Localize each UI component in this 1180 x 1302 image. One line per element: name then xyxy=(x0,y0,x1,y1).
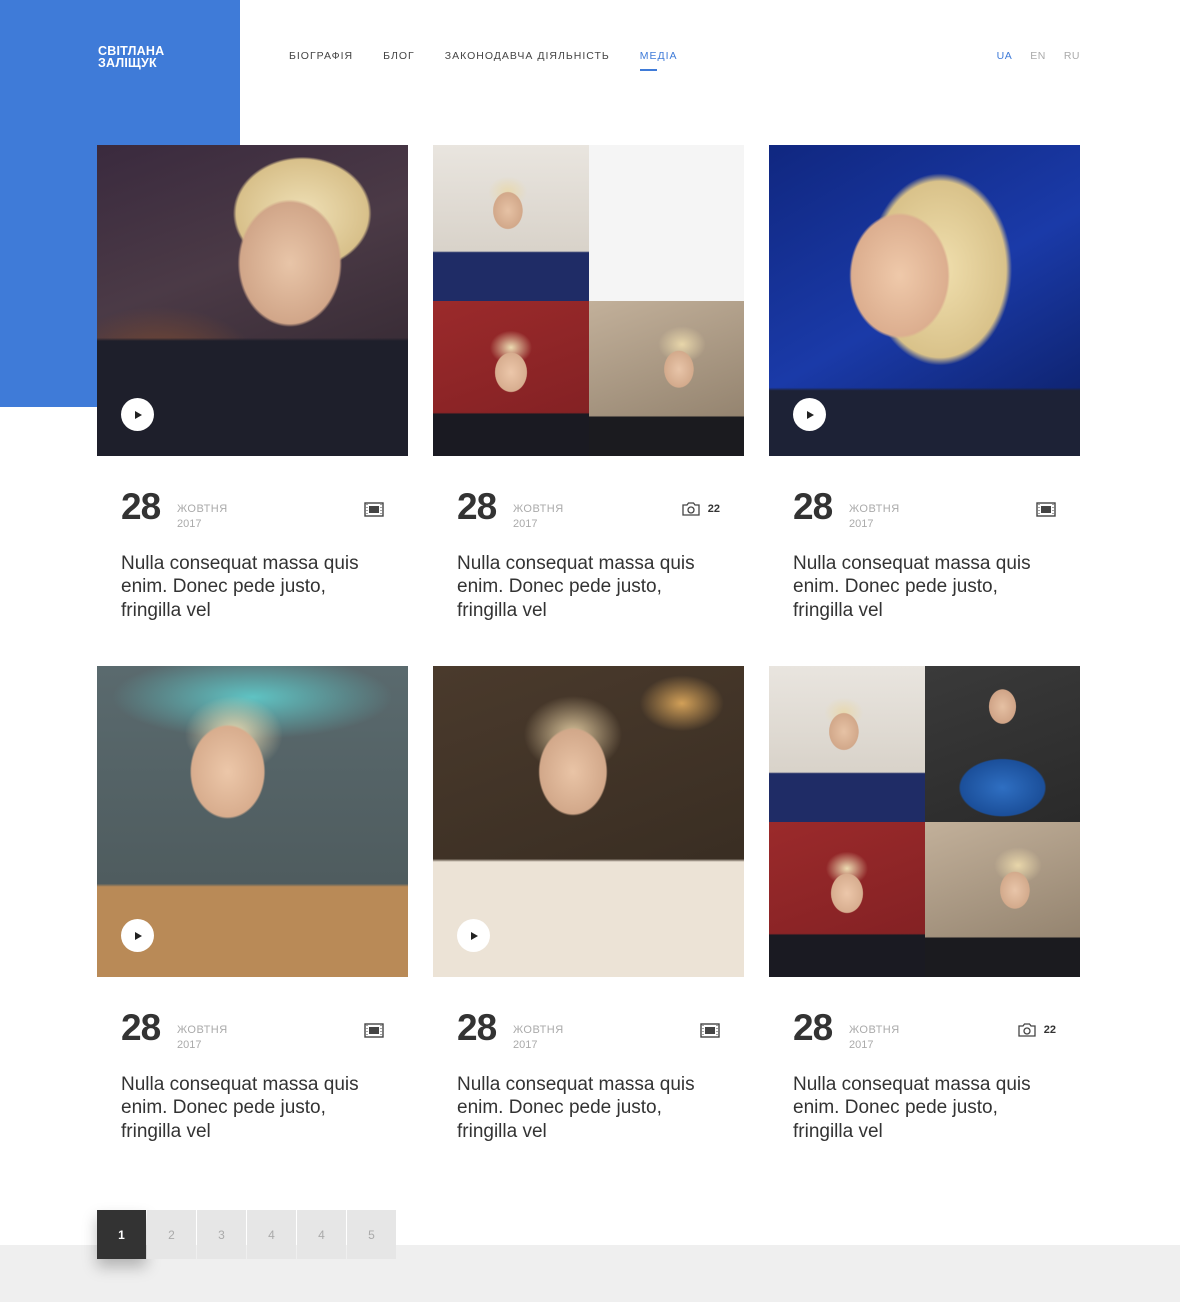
card-title[interactable]: Nulla consequat massa quis enim. Donec p… xyxy=(769,552,1080,622)
media-thumbnail[interactable] xyxy=(97,145,408,456)
card-day: 28 xyxy=(793,486,833,527)
play-icon[interactable] xyxy=(121,919,154,952)
media-thumbnail[interactable] xyxy=(769,145,1080,456)
page-button-4b[interactable]: 4 xyxy=(297,1210,346,1259)
media-card[interactable]: 28 ЖОВТНЯ 2017 Nulla consequat massa qui… xyxy=(769,145,1080,666)
camera-icon xyxy=(682,502,700,516)
film-icon xyxy=(364,502,384,517)
card-month: ЖОВТНЯ xyxy=(849,1024,900,1036)
page-button-4[interactable]: 4 xyxy=(247,1210,296,1259)
card-day: 28 xyxy=(121,486,161,527)
media-thumbnail[interactable] xyxy=(433,145,744,456)
film-icon xyxy=(700,1023,720,1038)
card-year: 2017 xyxy=(177,1039,202,1051)
card-year: 2017 xyxy=(513,1039,538,1051)
collage-photo xyxy=(769,821,925,977)
photo-count: 22 xyxy=(707,503,720,515)
media-card[interactable]: 28 ЖОВТНЯ 2017 Nulla consequat massa qui… xyxy=(97,666,408,1187)
card-month: ЖОВТНЯ xyxy=(849,503,900,515)
media-card[interactable]: 28 ЖОВТНЯ 2017 Nulla consequat massa qui… xyxy=(97,145,408,666)
card-day: 28 xyxy=(121,1007,161,1048)
nav-item-biography[interactable]: БІОГРАФІЯ xyxy=(289,50,353,62)
collage-photo xyxy=(769,666,925,822)
page-button-2[interactable]: 2 xyxy=(147,1210,196,1259)
photo-count: 22 xyxy=(1043,1024,1056,1036)
logo-line-2: ЗАЛІЩУК xyxy=(98,56,157,70)
card-year: 2017 xyxy=(177,518,202,530)
card-title[interactable]: Nulla consequat massa quis enim. Donec p… xyxy=(97,1073,408,1143)
collage-photo xyxy=(433,300,589,456)
pagination: 1 2 3 4 4 5 xyxy=(97,1210,397,1259)
collage-photo xyxy=(433,145,589,301)
card-month: ЖОВТНЯ xyxy=(177,1024,228,1036)
card-month: ЖОВТНЯ xyxy=(513,1024,564,1036)
film-icon xyxy=(364,1023,384,1038)
page-button-1[interactable]: 1 xyxy=(97,1210,146,1259)
card-day: 28 xyxy=(457,1007,497,1048)
collage-photo xyxy=(588,300,744,456)
language-switcher: UA EN RU xyxy=(979,50,1080,62)
media-thumbnail[interactable] xyxy=(97,666,408,977)
play-icon[interactable] xyxy=(121,398,154,431)
collage-photo xyxy=(924,821,1080,977)
card-title[interactable]: Nulla consequat massa quis enim. Donec p… xyxy=(433,552,744,622)
site-logo[interactable]: СВІТЛАНА ЗАЛІЩУК xyxy=(98,45,164,70)
card-title[interactable]: Nulla consequat massa quis enim. Donec p… xyxy=(97,552,408,622)
lang-ru[interactable]: RU xyxy=(1064,50,1080,62)
media-thumbnail[interactable] xyxy=(433,666,744,977)
camera-icon-group: 22 xyxy=(1018,1023,1056,1037)
media-card[interactable]: 28 ЖОВТНЯ 2017 Nulla consequat massa qui… xyxy=(433,666,744,1187)
card-day: 28 xyxy=(457,486,497,527)
media-card[interactable]: 28 ЖОВТНЯ 2017 22 Nulla consequat massa … xyxy=(769,666,1080,1187)
nav-item-media[interactable]: МЕДІА xyxy=(639,50,678,71)
card-month: ЖОВТНЯ xyxy=(177,503,228,515)
main-nav: БІОГРАФІЯ БЛОГ ЗАКОНОДАВЧА ДІЯЛЬНІСТЬ МЕ… xyxy=(289,50,708,71)
lang-en[interactable]: EN xyxy=(1030,50,1046,62)
media-thumbnail[interactable] xyxy=(769,666,1080,977)
card-day: 28 xyxy=(793,1007,833,1048)
card-title[interactable]: Nulla consequat massa quis enim. Donec p… xyxy=(769,1073,1080,1143)
card-year: 2017 xyxy=(849,1039,874,1051)
card-month: ЖОВТНЯ xyxy=(513,503,564,515)
media-card[interactable]: 28 ЖОВТНЯ 2017 22 Nulla consequat massa … xyxy=(433,145,744,666)
collage-photo xyxy=(924,666,1080,822)
play-icon[interactable] xyxy=(793,398,826,431)
card-title[interactable]: Nulla consequat massa quis enim. Donec p… xyxy=(433,1073,744,1143)
media-grid: 28 ЖОВТНЯ 2017 Nulla consequat massa qui… xyxy=(97,145,1080,1187)
play-icon[interactable] xyxy=(457,919,490,952)
card-year: 2017 xyxy=(849,518,874,530)
camera-icon xyxy=(1018,1023,1036,1037)
nav-item-legislative-activity[interactable]: ЗАКОНОДАВЧА ДІЯЛЬНІСТЬ xyxy=(445,50,610,62)
lang-ua[interactable]: UA xyxy=(997,50,1013,62)
collage-photo xyxy=(588,145,744,301)
nav-item-blog[interactable]: БЛОГ xyxy=(383,50,415,62)
camera-icon-group: 22 xyxy=(682,502,720,516)
film-icon xyxy=(1036,502,1056,517)
photo-collage xyxy=(433,145,744,456)
photo-collage xyxy=(769,666,1080,977)
page-button-5[interactable]: 5 xyxy=(347,1210,396,1259)
page-button-3[interactable]: 3 xyxy=(197,1210,246,1259)
card-year: 2017 xyxy=(513,518,538,530)
